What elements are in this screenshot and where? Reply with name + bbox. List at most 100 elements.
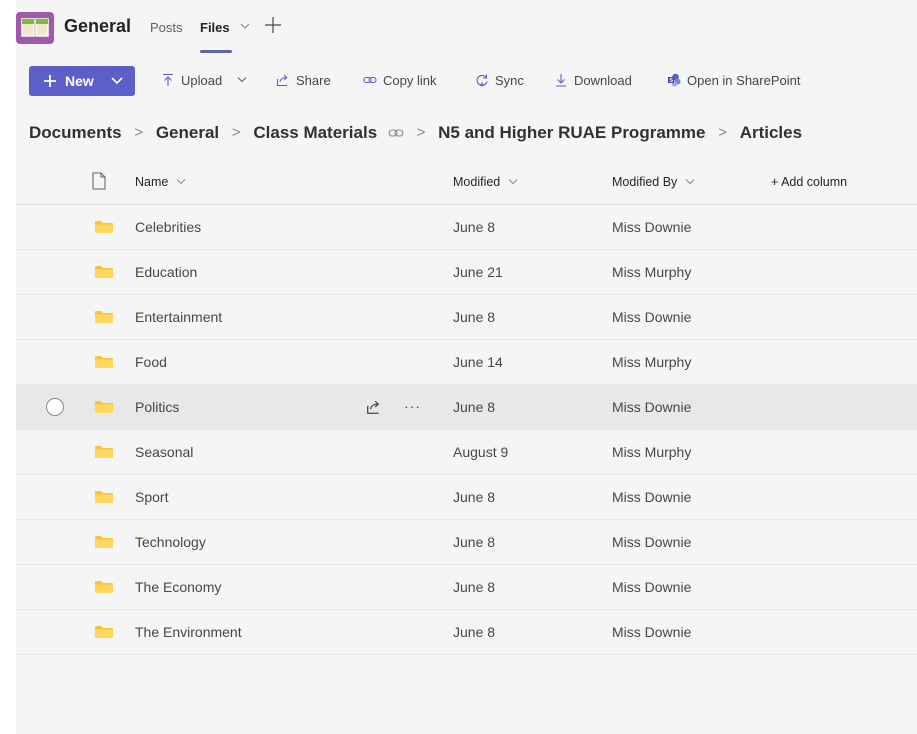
chevron-down-icon: [176, 179, 186, 185]
modified-date: June 8: [453, 579, 496, 595]
table-row[interactable]: Technology June 8 Miss Downie: [16, 520, 917, 565]
breadcrumb-documents[interactable]: Documents: [29, 123, 122, 143]
active-tab-indicator: [200, 50, 232, 53]
file-name[interactable]: Politics: [135, 385, 179, 429]
breadcrumb-general[interactable]: General: [156, 123, 219, 143]
column-modified-by-label: Modified By: [612, 175, 678, 189]
column-name-label: Name: [135, 175, 169, 189]
chevron-down-icon[interactable]: [239, 20, 251, 32]
sync-button[interactable]: Sync: [475, 73, 537, 91]
chevron-right-icon: >: [718, 124, 727, 142]
modified-by: Miss Murphy: [612, 354, 692, 370]
folder-icon: [95, 266, 113, 278]
file-name[interactable]: The Environment: [135, 610, 242, 654]
modified-by: Miss Downie: [612, 579, 692, 595]
folder-icon: [95, 446, 113, 458]
column-header-modified[interactable]: Modified: [453, 160, 518, 204]
modified-date: June 8: [453, 534, 496, 550]
chevron-down-icon: [111, 77, 123, 85]
folder-icon: [95, 401, 113, 413]
add-column-button[interactable]: + Add column: [771, 160, 847, 204]
plus-icon: [44, 75, 56, 87]
table-row[interactable]: Education June 21 Miss Murphy: [16, 250, 917, 295]
modified-date: June 8: [453, 309, 496, 325]
copy-link-button[interactable]: Copy link: [363, 73, 455, 91]
download-icon: [556, 74, 566, 87]
breadcrumb-articles: Articles: [739, 122, 803, 142]
file-name[interactable]: Food: [135, 340, 167, 384]
link-icon: [388, 123, 404, 143]
file-name[interactable]: Seasonal: [135, 430, 193, 474]
folder-icon: [95, 221, 113, 233]
share-icon[interactable]: [366, 399, 382, 415]
folder-icon: [95, 311, 113, 323]
chevron-right-icon: >: [416, 124, 426, 142]
file-name[interactable]: Celebrities: [135, 205, 201, 249]
file-name[interactable]: The Economy: [135, 565, 221, 609]
sync-label: Sync: [495, 73, 524, 88]
class-notebook-icon[interactable]: [16, 12, 54, 44]
row-select-checkbox[interactable]: [46, 398, 64, 416]
modified-by: Miss Murphy: [612, 264, 692, 280]
file-name[interactable]: Education: [135, 250, 197, 294]
add-tab-icon[interactable]: [263, 15, 283, 35]
modified-by: Miss Downie: [612, 399, 692, 415]
modified-date: June 8: [453, 399, 496, 415]
open-in-sharepoint-label: Open in SharePoint: [687, 73, 801, 88]
modified-date: June 8: [453, 489, 496, 505]
open-in-sharepoint-button[interactable]: S Open in SharePoint: [667, 73, 827, 91]
sync-icon: [476, 74, 488, 87]
tab-files[interactable]: Files: [200, 20, 230, 35]
table-row[interactable]: Celebrities June 8 Miss Downie: [16, 205, 917, 250]
file-list: Name Modified Modified By + Add column C…: [16, 160, 917, 655]
table-row[interactable]: ··· Politics June 8 Miss Downie: [16, 385, 917, 430]
share-button[interactable]: Share: [276, 73, 346, 91]
modified-by: Miss Downie: [612, 624, 692, 640]
table-row[interactable]: Food June 14 Miss Murphy: [16, 340, 917, 385]
share-icon: [276, 74, 288, 87]
new-button-label: New: [65, 73, 94, 89]
modified-by: Miss Downie: [612, 534, 692, 550]
chevron-right-icon: >: [134, 124, 144, 142]
modified-by: Miss Murphy: [612, 444, 692, 460]
tab-posts[interactable]: Posts: [150, 20, 183, 35]
upload-icon: [163, 73, 173, 86]
svg-text:S: S: [669, 78, 673, 84]
files-app: General Posts Files New Upload Share Cop…: [16, 0, 917, 734]
chevron-down-icon: [685, 179, 695, 185]
modified-date: June 14: [453, 354, 503, 370]
table-row[interactable]: Sport June 8 Miss Downie: [16, 475, 917, 520]
file-name[interactable]: Technology: [135, 520, 206, 564]
column-header-modified-by[interactable]: Modified By: [612, 160, 695, 204]
download-label: Download: [574, 73, 632, 88]
table-row[interactable]: The Environment June 8 Miss Downie: [16, 610, 917, 655]
copy-link-label: Copy link: [383, 73, 437, 88]
upload-label: Upload: [181, 73, 223, 88]
table-row[interactable]: The Economy June 8 Miss Downie: [16, 565, 917, 610]
table-row[interactable]: Seasonal August 9 Miss Murphy: [16, 430, 917, 475]
folder-icon: [95, 536, 113, 548]
folder-icon: [95, 626, 113, 638]
folder-icon: [95, 581, 113, 593]
column-header-row: Name Modified Modified By + Add column: [16, 160, 917, 205]
more-options-button[interactable]: ···: [404, 385, 421, 427]
modified-date: August 9: [453, 444, 509, 460]
folder-icon: [95, 356, 113, 368]
column-header-name[interactable]: Name: [135, 160, 186, 204]
folder-icon: [95, 491, 113, 503]
download-button[interactable]: Download: [554, 73, 644, 91]
breadcrumb-class-materials[interactable]: Class Materials: [253, 123, 377, 143]
modified-date: June 21: [453, 264, 503, 280]
modified-by: Miss Downie: [612, 489, 692, 505]
file-type-icon[interactable]: [92, 172, 106, 193]
file-name[interactable]: Sport: [135, 475, 168, 519]
new-button[interactable]: New: [29, 66, 135, 96]
breadcrumb-programme[interactable]: N5 and Higher RUAE Programme: [438, 123, 705, 143]
sharepoint-icon: S: [668, 73, 681, 87]
upload-button[interactable]: Upload: [161, 73, 259, 91]
chevron-down-icon: [237, 77, 247, 83]
table-row[interactable]: Entertainment June 8 Miss Downie: [16, 295, 917, 340]
file-name[interactable]: Entertainment: [135, 295, 222, 339]
column-modified-label: Modified: [453, 175, 501, 189]
share-label: Share: [296, 73, 331, 88]
